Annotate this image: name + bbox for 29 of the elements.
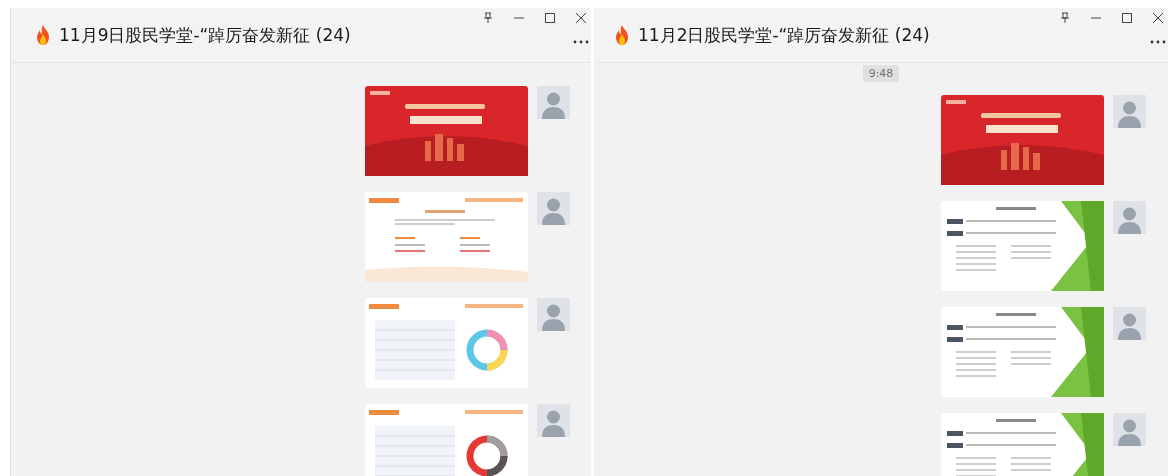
slide-image[interactable]	[941, 95, 1104, 185]
maximize-icon[interactable]	[544, 12, 556, 24]
close-icon[interactable]	[1152, 12, 1164, 24]
timestamp: 9:48	[862, 65, 900, 82]
chat-title: 11月2日股民学堂-“踔厉奋发新征 (24)	[638, 23, 930, 47]
slide-image[interactable]	[941, 201, 1104, 291]
avatar-silhouette[interactable]	[537, 404, 570, 437]
avatar-silhouette[interactable]	[1113, 307, 1146, 340]
slide-image[interactable]	[365, 192, 528, 282]
pin-icon[interactable]	[482, 12, 494, 24]
more-icon[interactable]	[573, 40, 589, 44]
slide-image[interactable]	[365, 298, 528, 388]
more-icon[interactable]	[1150, 40, 1166, 44]
flame-icon	[35, 25, 51, 45]
slide-image[interactable]	[941, 307, 1104, 397]
avatar-silhouette[interactable]	[1113, 413, 1146, 446]
slide-image[interactable]	[941, 413, 1104, 476]
close-icon[interactable]	[575, 12, 587, 24]
slide-image[interactable]	[365, 86, 528, 176]
avatar-silhouette[interactable]	[1113, 201, 1146, 234]
avatar-silhouette[interactable]	[537, 192, 570, 225]
slide-image[interactable]	[365, 404, 528, 476]
flame-icon	[614, 25, 630, 45]
avatar-silhouette[interactable]	[537, 298, 570, 331]
pin-icon[interactable]	[1059, 12, 1071, 24]
maximize-icon[interactable]	[1121, 12, 1133, 24]
avatar-silhouette[interactable]	[1113, 95, 1146, 128]
avatar-silhouette[interactable]	[537, 86, 570, 119]
chat-title: 11月9日股民学堂-“踔厉奋发新征 (24)	[59, 23, 351, 47]
